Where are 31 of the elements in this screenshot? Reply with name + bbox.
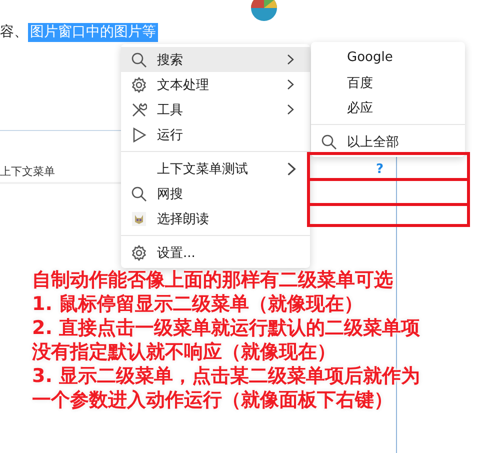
- annotation-text: 没有指定默认就不响应（就像现在）: [32, 340, 337, 364]
- submenu-item[interactable]: 百度: [311, 70, 465, 95]
- list-row-text: 上下文菜单: [0, 164, 55, 178]
- question-mark: ?: [376, 162, 384, 177]
- menu-item[interactable]: 网搜: [121, 181, 310, 206]
- annotation-text: 自制动作能否像上面的那样有二级菜单可选: [32, 268, 394, 292]
- submenu-item[interactable]: 必应: [311, 95, 465, 120]
- annotation-text: 2. 直接点击一级菜单就运行默认的二级菜单项: [32, 316, 420, 340]
- menu-item[interactable]: 搜索: [121, 47, 310, 72]
- menu-item[interactable]: 文本处理: [121, 72, 310, 97]
- search-icon: [131, 52, 147, 68]
- document-text: 容、: [0, 23, 28, 42]
- annotation-text: 1. 鼠标停留显示二级菜单（就像现在）: [32, 292, 364, 316]
- submenu-item[interactable]: Google: [311, 45, 465, 70]
- menu-item[interactable]: 选择朗读: [121, 206, 310, 231]
- logo-icon: [250, 0, 278, 22]
- tools-icon: [131, 102, 147, 118]
- annotation-text: 3. 显示二级菜单，点击某二级菜单项后就作为: [32, 364, 420, 388]
- menu-item[interactable]: 运行: [121, 122, 310, 147]
- menu-item[interactable]: 工具: [121, 97, 310, 122]
- settings-icon: [131, 76, 147, 92]
- menu-item[interactable]: 上下文菜单测试: [121, 156, 310, 181]
- cat-icon: [132, 212, 146, 226]
- settings-icon: [131, 244, 147, 260]
- annotation-text: 一个参数进入动作运行（就像面板下右键）: [32, 388, 394, 412]
- play-icon: [131, 126, 147, 142]
- selected-text: 图片窗口中的图片等: [28, 23, 158, 42]
- search-icon: [131, 186, 147, 202]
- search-icon: [321, 134, 337, 150]
- submenu-item[interactable]: 以上全部: [311, 129, 465, 154]
- menu-item[interactable]: 设置...: [121, 240, 310, 265]
